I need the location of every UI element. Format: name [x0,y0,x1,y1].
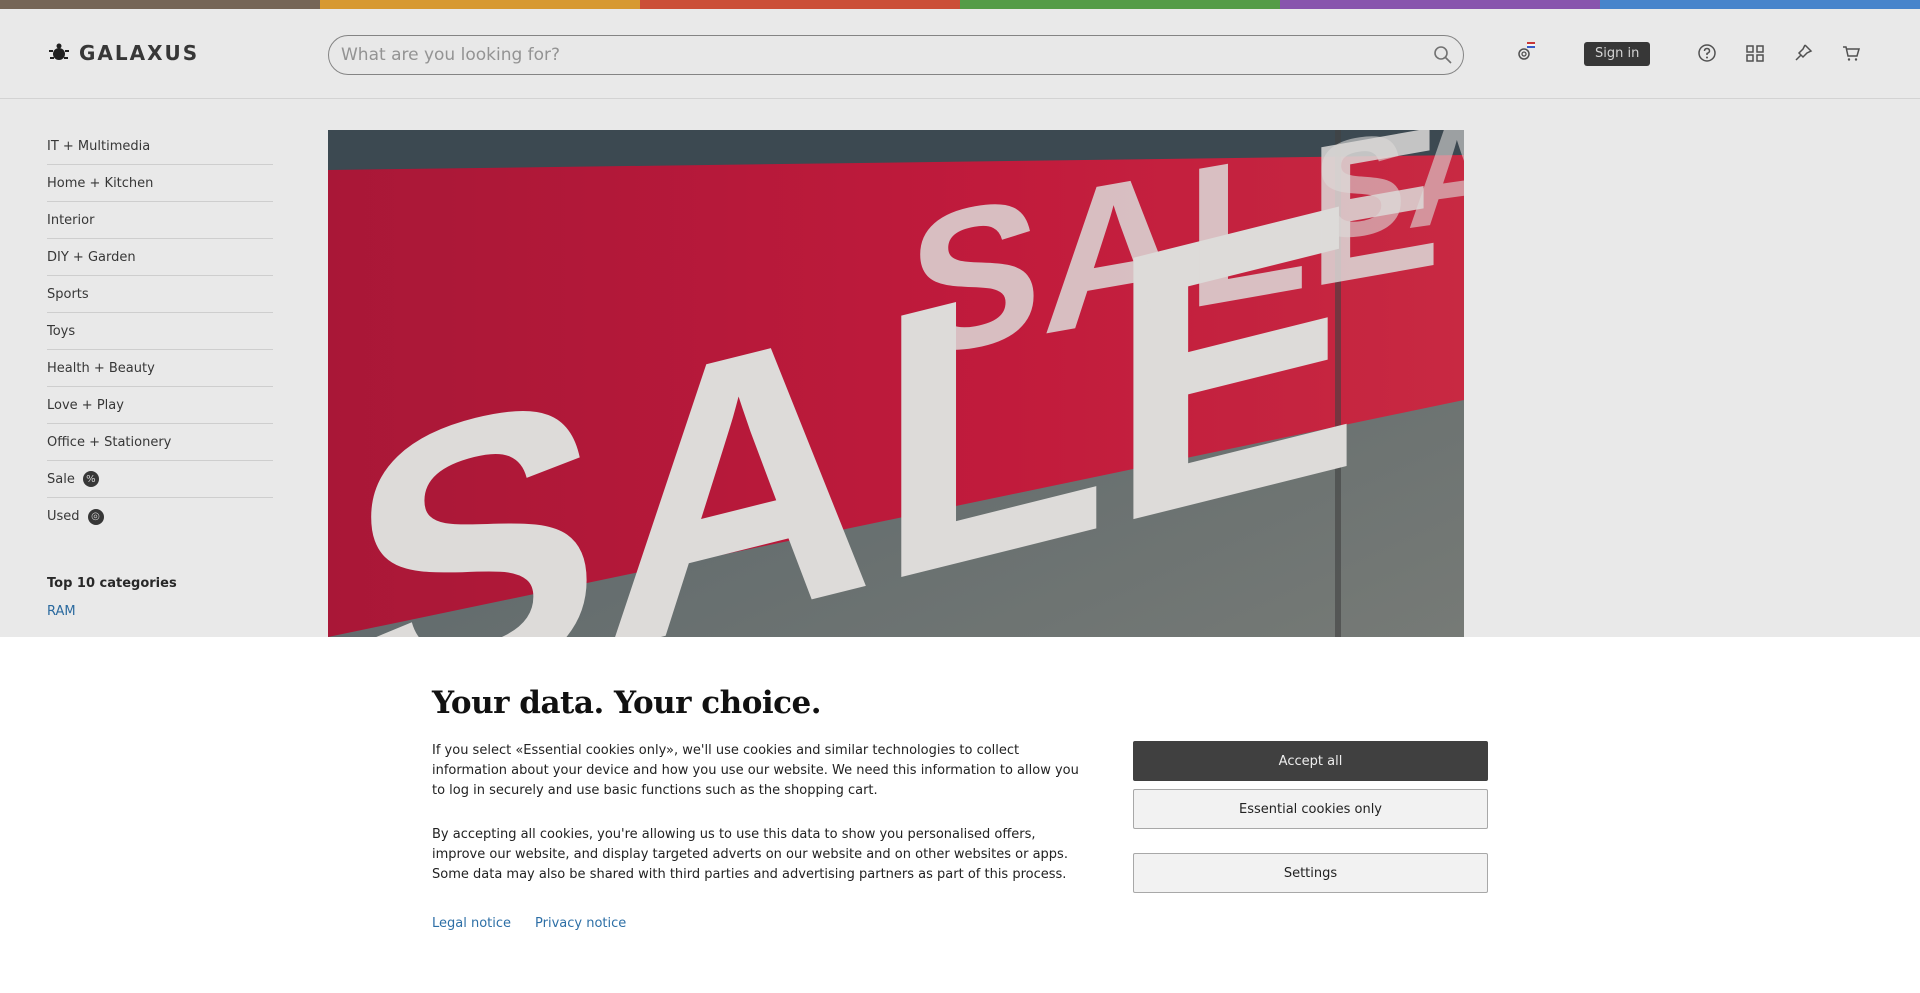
sidebar-item-sports[interactable]: Sports [47,276,273,313]
sidebar-item-toys[interactable]: Toys [47,313,273,350]
cart-icon[interactable] [1840,42,1862,64]
cookie-consent-banner: Your data. Your choice. If you select «E… [0,637,1920,993]
used-cycle-icon: ◎ [87,508,104,525]
site-header: GALAXUS Sign in [0,9,1920,99]
cookie-paragraph-2: By accepting all cookies, you're allowin… [432,827,1068,882]
category-sidebar: IT + Multimedia Home + Kitchen Interior … [47,128,273,535]
sale-percent-icon: % [82,471,99,487]
cookie-links: Legal notice Privacy notice [432,916,626,931]
sidebar-item-used[interactable]: Used ◎ [47,498,273,535]
hero-banner[interactable]: SALE SALE SALE [328,130,1464,637]
sign-in-button[interactable]: Sign in [1584,42,1651,66]
sidebar-item-it-multimedia[interactable]: IT + Multimedia [47,128,273,165]
privacy-notice-link[interactable]: Privacy notice [535,916,626,931]
top10-link-ram[interactable]: RAM [47,604,76,619]
logo-text: GALAXUS [79,41,200,65]
brand-stripe [0,0,1920,9]
galaxus-logo-icon [49,43,69,60]
sidebar-item-interior[interactable]: Interior [47,202,273,239]
sidebar-item-sale[interactable]: Sale % [47,461,273,498]
sidebar-item-love-play[interactable]: Love + Play [47,387,273,424]
search-bar [328,35,1464,75]
cookie-title: Your data. Your choice. [432,685,822,721]
help-icon[interactable] [1696,42,1718,64]
search-icon[interactable] [1433,45,1453,65]
sidebar-item-diy-garden[interactable]: DIY + Garden [47,239,273,276]
cookie-paragraph-1: If you select «Essential cookies only», … [432,743,1079,798]
svg-text:SALE: SALE [1313,130,1464,271]
cookie-settings-button[interactable]: Settings [1133,853,1488,893]
legal-notice-link[interactable]: Legal notice [432,916,511,931]
essential-cookies-button[interactable]: Essential cookies only [1133,789,1488,829]
logo[interactable]: GALAXUS [47,41,199,65]
compare-icon[interactable] [1744,42,1766,64]
accept-all-button[interactable]: Accept all [1133,741,1488,781]
top10-heading: Top 10 categories [47,576,177,591]
sidebar-item-home-kitchen[interactable]: Home + Kitchen [47,165,273,202]
search-input[interactable] [341,36,1411,74]
sidebar-item-health-beauty[interactable]: Health + Beauty [47,350,273,387]
sidebar-item-office-stationery[interactable]: Office + Stationery [47,424,273,461]
settings-language-icon[interactable] [1513,42,1535,64]
pin-icon[interactable] [1792,42,1814,64]
sale-banner-image: SALE SALE SALE [328,130,1464,637]
